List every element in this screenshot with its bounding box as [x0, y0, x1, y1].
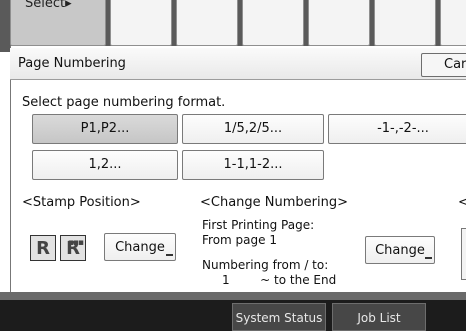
format-prompt: Select page numbering format.	[22, 95, 226, 110]
page-title: Page Numbering	[18, 56, 126, 71]
numbering-range-value: 1 ~ to the End	[222, 273, 337, 287]
change-numbering-button[interactable]: Change	[365, 236, 435, 264]
numbering-range-label: Numbering from / to:	[202, 258, 329, 272]
right-edge-panel	[461, 228, 466, 280]
stamp-position-r-icon: R	[30, 235, 56, 261]
tab-3[interactable]	[176, 0, 238, 46]
tab-select-label: Select▸	[25, 0, 72, 11]
change-stamp-label: Change	[115, 240, 165, 255]
change-indicator-icon	[166, 254, 173, 256]
right-edge-heading: <	[458, 195, 466, 210]
format-dash-button[interactable]: -1-,-2-...	[328, 114, 466, 144]
format-p1p2-button[interactable]: P1,P2...	[32, 114, 178, 144]
format-1-1-button[interactable]: 1-1,1-2...	[182, 150, 324, 180]
tab-7[interactable]	[440, 0, 466, 46]
cancel-button[interactable]: Car	[421, 53, 466, 77]
cancel-button-label: Car	[444, 57, 466, 72]
stamp-position-r-small-icon: R ▪▪▪	[60, 235, 86, 261]
tab-6[interactable]	[374, 0, 436, 46]
change-numbering-label: Change	[375, 243, 425, 258]
change-indicator-icon	[425, 257, 432, 259]
format-12-button[interactable]: 1,2...	[32, 150, 178, 180]
tab-2[interactable]	[110, 0, 172, 46]
tab-5[interactable]	[308, 0, 370, 46]
change-numbering-heading: <Change Numbering>	[200, 195, 349, 210]
system-status-button[interactable]: System Status	[232, 303, 326, 331]
tab-select[interactable]: Select▸	[10, 0, 106, 46]
first-page-value: From page 1	[202, 233, 277, 247]
tab-4[interactable]	[242, 0, 304, 46]
format-1of5-button[interactable]: 1/5,2/5...	[182, 114, 324, 144]
change-stamp-position-button[interactable]: Change	[104, 233, 176, 261]
job-list-button[interactable]: Job List	[332, 303, 426, 331]
stamp-position-heading: <Stamp Position>	[22, 195, 141, 210]
first-page-label: First Printing Page:	[202, 218, 315, 232]
